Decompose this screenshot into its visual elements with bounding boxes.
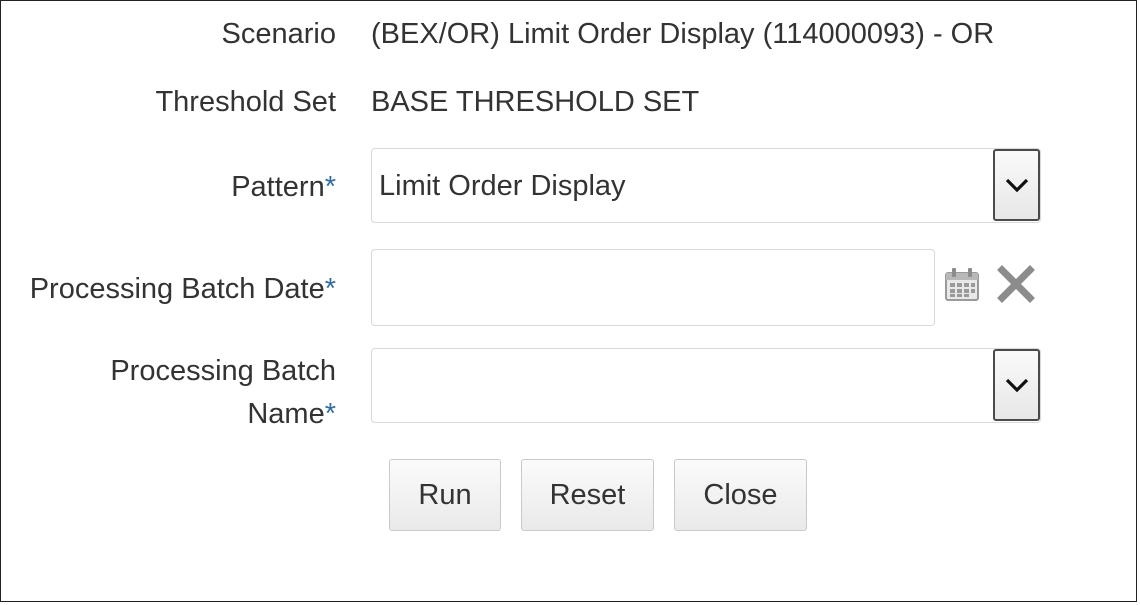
chevron-down-icon xyxy=(1005,378,1028,393)
threshold-set-value: BASE THRESHOLD SET xyxy=(371,86,700,118)
scenario-label: Scenario xyxy=(222,13,336,56)
pattern-dropdown-button[interactable] xyxy=(993,149,1040,221)
dialog-frame: Scenario (BEX/OR) Limit Order Display (1… xyxy=(0,0,1137,602)
scenario-label-text: Scenario xyxy=(221,18,336,50)
processing-batch-name-dropdown-button[interactable] xyxy=(993,349,1040,421)
pattern-label-text: Pattern xyxy=(231,171,325,203)
processing-batch-name-label-line2: Name xyxy=(247,398,325,430)
calendar-button[interactable] xyxy=(941,263,983,305)
pattern-selected-value: Limit Order Display xyxy=(379,170,626,202)
processing-batch-date-label: Processing Batch Date* xyxy=(30,268,336,311)
run-button[interactable]: Run xyxy=(389,459,501,531)
processing-batch-name-label-line2-wrap: Name* xyxy=(110,393,336,436)
processing-batch-date-label-text: Processing Batch Date xyxy=(29,273,325,305)
calendar-icon xyxy=(945,268,979,301)
processing-batch-name-required-mark: * xyxy=(324,398,336,430)
pattern-label: Pattern* xyxy=(231,166,336,209)
close-button[interactable]: Close xyxy=(674,459,807,531)
scenario-value: (BEX/OR) Limit Order Display (114000093)… xyxy=(371,18,995,50)
reset-button[interactable]: Reset xyxy=(521,459,654,531)
pattern-required-mark: * xyxy=(324,171,336,203)
processing-batch-name-label: Processing Batch Name* xyxy=(110,350,336,436)
threshold-set-label-text: Threshold Set xyxy=(155,86,336,118)
processing-batch-date-input[interactable] xyxy=(371,249,935,326)
clear-date-button[interactable] xyxy=(995,263,1037,305)
processing-batch-name-label-line1: Processing Batch xyxy=(110,355,336,387)
chevron-down-icon xyxy=(1005,178,1028,193)
threshold-set-label: Threshold Set xyxy=(155,81,336,124)
processing-batch-name-select[interactable] xyxy=(371,348,1041,423)
pattern-select[interactable]: Limit Order Display xyxy=(371,148,1041,223)
processing-batch-date-required-mark: * xyxy=(324,273,336,305)
clear-x-icon xyxy=(997,265,1035,303)
